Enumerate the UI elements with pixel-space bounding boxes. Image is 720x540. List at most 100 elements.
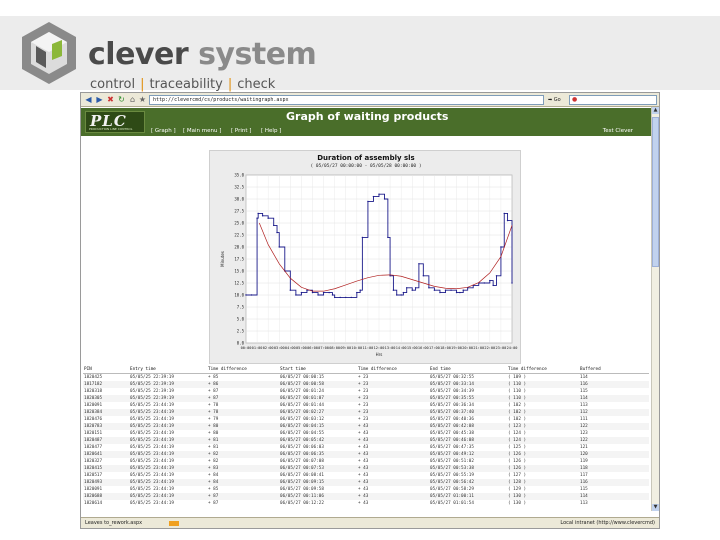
table-cell: + 85 — [208, 374, 219, 380]
scroll-down-icon[interactable]: ▼ — [652, 504, 659, 511]
table-cell: 05/05/27 00:49:12 — [429, 450, 507, 458]
table-cell: 06/05/27 00:12:22 — [280, 500, 324, 506]
table-cell: + 81 — [207, 436, 279, 444]
table-row[interactable]: 1820151 05/05/25 23:44:19 + 80 06/05/27 00:… — [83, 430, 649, 437]
vertical-scrollbar[interactable]: ▲ ▼ — [651, 107, 659, 511]
data-point — [489, 279, 491, 282]
nav-graph[interactable]: [ Graph ] — [151, 126, 176, 136]
x-tick-label: 18:00 — [440, 346, 451, 350]
data-point — [322, 291, 325, 294]
x-tick-label: 20:00 — [462, 346, 473, 350]
nav-main-menu[interactable]: [ Main menu ] — [183, 126, 221, 136]
x-tick-label: 02:00 — [263, 346, 274, 350]
address-bar[interactable]: http://clevercmd/cs/products/waitingraph… — [149, 95, 544, 105]
table-cell: ( 129 ) — [508, 486, 527, 492]
x-tick-label: 17:00 — [429, 346, 440, 350]
table-cell: 06/05/27 00:05:42 — [279, 436, 357, 444]
x-tick-label: 15:00 — [407, 346, 418, 350]
table-row[interactable]: 1820091 05/05/25 23:44:19 + 78 06/05/27 00:… — [83, 402, 649, 409]
table-row[interactable]: 1820487 05/05/25 23:44:19 + 81 06/05/27 00:… — [83, 436, 649, 444]
table-cell: 05/05/27 00:47:35 — [430, 444, 474, 450]
brand-primary: clever — [88, 37, 189, 72]
table-cell: 05/05/25 23:44:19 — [130, 472, 174, 478]
table-cell: 05/05/25 22:39:19 — [129, 394, 207, 402]
table-cell: 122 — [579, 436, 649, 444]
data-point — [428, 287, 430, 289]
refresh-icon[interactable]: ↻ — [117, 95, 126, 104]
tagline-item: control — [90, 77, 136, 92]
nav-help[interactable]: [ Help ] — [261, 126, 281, 136]
table-cell: 05/05/25 23:44:19 — [129, 464, 207, 472]
table-row[interactable]: 1820327 05/05/25 23:44:19 + 82 06/05/27 00:… — [83, 458, 649, 465]
data-point — [289, 289, 292, 291]
data-point — [328, 291, 330, 294]
table-cell: ( 127 ) — [508, 472, 527, 478]
data-point — [492, 284, 494, 287]
table-cell: + 23 — [357, 380, 429, 388]
stop-icon[interactable]: ✖ — [106, 95, 115, 104]
search-icon: ● — [572, 96, 578, 103]
status-bar: Leaves to_rework.aspx Local intranet (ht… — [81, 517, 659, 528]
clever-system-logo-icon — [22, 22, 76, 84]
data-point — [450, 289, 452, 291]
table-row[interactable]: 1820305 05/05/25 22:39:19 + 87 06/05/27 00:… — [83, 394, 649, 402]
table-cell: + 78 — [207, 408, 279, 416]
table-cell: 114 — [579, 394, 649, 402]
scroll-up-icon[interactable]: ▲ — [652, 107, 659, 114]
table-row[interactable]: 1820318 05/05/25 22:39:19 + 87 06/05/27 00:… — [83, 388, 649, 395]
table-cell: 1820151 — [84, 430, 103, 436]
table-row[interactable]: 1820415 05/05/25 23:44:19 + 83 06/05/27 00:… — [83, 464, 649, 472]
column-header: Buffered — [579, 366, 649, 374]
table-cell: 1820783 — [83, 422, 129, 430]
table-row[interactable]: 1820783 05/05/25 23:44:19 + 80 06/05/27 00:… — [83, 422, 649, 430]
table-cell: + 43 — [357, 478, 429, 486]
data-point — [383, 198, 386, 200]
table-cell: + 43 — [358, 444, 369, 450]
nav-print[interactable]: [ Print ] — [231, 126, 251, 136]
table-cell: 05/05/27 00:55:19 — [430, 472, 474, 478]
table-cell: 05/05/27 00:58:29 — [430, 486, 474, 492]
x-tick-label: 22:00 — [484, 346, 495, 350]
table-cell: + 43 — [357, 450, 429, 458]
y-tick-label: 7.5 — [237, 305, 245, 310]
favorites-icon[interactable]: ★ — [138, 95, 147, 104]
table-cell: 116 — [579, 478, 649, 486]
table-cell: ( 124 ) — [508, 430, 527, 436]
column-header: End time — [429, 366, 507, 374]
status-text: Leaves to_rework.aspx — [85, 520, 143, 526]
table-row[interactable]: 1820384 05/05/25 23:44:19 + 78 06/05/27 00:… — [83, 408, 649, 416]
table-cell: 05/05/27 00:51:02 — [430, 458, 474, 464]
status-progress — [169, 521, 179, 526]
table-row[interactable]: 1820091 05/05/25 23:44:19 + 85 06/05/27 00:… — [83, 486, 649, 493]
table-row[interactable]: 1820688 05/05/25 23:44:19 + 87 06/05/27 00:… — [83, 492, 649, 500]
table-cell: 05/05/27 00:34:39 — [430, 388, 474, 394]
waiting-products-table: PIN Entry time Time difference Start time Ti… — [83, 366, 649, 507]
table-row[interactable]: 1820614 05/05/25 23:44:19 + 87 06/05/27 00:… — [83, 500, 649, 507]
table-cell: ( 123 ) — [507, 422, 579, 430]
scroll-thumb[interactable] — [652, 117, 659, 267]
table-row[interactable]: 1817182 05/05/25 22:39:19 + 86 06/05/27 00:… — [83, 380, 649, 388]
table-cell: 119 — [580, 458, 588, 464]
table-row[interactable]: 1820641 05/05/25 23:44:19 + 82 06/05/27 00:… — [83, 450, 649, 458]
table-row[interactable]: 1820517 05/05/25 23:44:19 + 84 06/05/27 00:… — [83, 472, 649, 479]
table-row[interactable]: 1820493 05/05/25 23:44:19 + 84 06/05/27 00:… — [83, 478, 649, 486]
table-row[interactable]: 1820477 05/05/25 23:44:19 + 81 06/05/27 00:… — [83, 444, 649, 451]
data-point — [267, 217, 269, 219]
table-cell: 05/05/25 23:44:19 — [129, 422, 207, 430]
table-cell: 05/05/25 23:44:19 — [130, 430, 174, 436]
column-header: Start time — [279, 366, 357, 374]
go-button[interactable]: ➡ Go — [548, 95, 561, 105]
forward-icon[interactable]: ▶ — [95, 95, 104, 104]
data-point — [459, 291, 461, 294]
y-tick-label: 35.0 — [234, 173, 244, 178]
browser-toolbar: ◀ ▶ ✖ ↻ ⌂ ★ http://clevercmd/cs/products… — [81, 93, 659, 107]
search-box[interactable]: ● — [569, 95, 657, 105]
table-row[interactable]: 1820425 05/05/25 22:39:19 + 85 06/05/27 00:… — [83, 373, 649, 381]
table-cell: 06/05/27 00:00:58 — [279, 380, 357, 388]
data-point — [333, 296, 336, 299]
column-header: Time difference — [357, 366, 429, 374]
back-icon[interactable]: ◀ — [84, 95, 93, 104]
table-row[interactable]: 1820476 05/05/25 23:44:19 + 79 06/05/27 00:… — [83, 416, 649, 423]
home-icon[interactable]: ⌂ — [128, 95, 137, 104]
data-point — [356, 291, 358, 294]
